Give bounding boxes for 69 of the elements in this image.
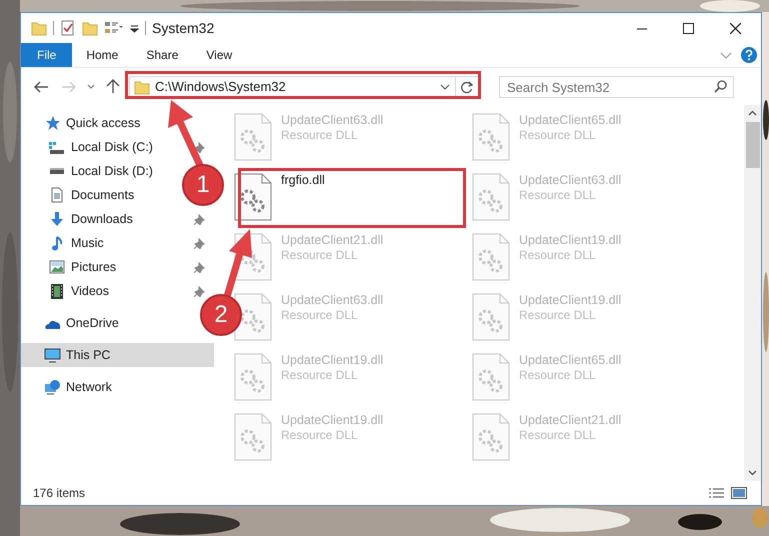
picture-frame-icon	[48, 260, 64, 274]
pin-icon[interactable]	[194, 286, 205, 296]
checklist-icon[interactable]	[60, 20, 76, 36]
dll-file-icon[interactable]	[234, 173, 272, 221]
item-count: 176 items	[33, 485, 86, 502]
navigation-item[interactable]: Local Disk (D:)	[48, 159, 157, 183]
file-type: Resource DLL	[519, 128, 596, 143]
file-name[interactable]: frgfio.dll	[281, 173, 325, 188]
download-arrow-icon	[50, 211, 64, 227]
back-arrow-icon[interactable]	[34, 80, 49, 94]
search-field[interactable]: Search System32	[499, 76, 734, 98]
dropdown-caret-icon[interactable]	[440, 84, 450, 90]
close-icon[interactable]	[730, 22, 741, 34]
film-strip-icon	[50, 284, 62, 298]
navigation-item[interactable]: This PC	[21, 343, 214, 367]
scrollbar[interactable]	[744, 105, 761, 481]
scrollbar-thumb[interactable]	[746, 122, 760, 168]
navigation-item[interactable]: Documents	[48, 183, 138, 207]
file-type: Resource DLL	[519, 188, 596, 203]
scroll-down-icon[interactable]	[748, 470, 757, 476]
file-type: Resource DLL	[519, 368, 596, 383]
file-type: Resource DLL	[281, 128, 358, 143]
navigation-item[interactable]: Videos	[48, 279, 113, 303]
maximize-icon[interactable]	[683, 22, 694, 34]
file-type: Resource DLL	[281, 368, 358, 383]
address-path: C:\Windows\System32	[155, 78, 286, 96]
dll-file-icon[interactable]	[234, 293, 272, 341]
file-type: Resource DLL	[519, 248, 596, 263]
pin-icon[interactable]	[194, 214, 205, 224]
network-globe-icon	[44, 379, 61, 395]
file-type: Resource DLL	[519, 308, 596, 323]
folder-icon	[134, 78, 150, 94]
ribbon-tab[interactable]: Home	[72, 43, 132, 67]
file-type: Resource DLL	[281, 428, 358, 443]
navigation-item[interactable]: Local Disk (C:)	[48, 135, 157, 159]
navigation-item[interactable]: Pictures	[48, 255, 120, 279]
file-type: Resource DLL	[281, 308, 358, 323]
drive-icon	[48, 140, 64, 154]
properties-icon[interactable]	[104, 20, 124, 36]
drive-icon	[48, 168, 64, 174]
address-field[interactable]: C:\Windows\System32	[129, 76, 479, 98]
scroll-up-icon[interactable]	[748, 110, 757, 116]
file-menu-button[interactable]: File	[21, 43, 72, 67]
navigation-item[interactable]: OneDrive	[21, 311, 123, 335]
window-title: System32	[152, 18, 214, 38]
music-note-icon	[50, 236, 62, 250]
pin-icon[interactable]	[194, 142, 205, 152]
navigation-item[interactable]: Music	[48, 231, 108, 255]
monitor-icon	[44, 348, 61, 362]
help-icon[interactable]	[741, 47, 757, 63]
up-arrow-icon[interactable]	[106, 79, 120, 94]
pin-icon[interactable]	[194, 262, 205, 272]
customize-dropdown-icon[interactable]	[130, 24, 139, 32]
pin-icon[interactable]	[194, 238, 205, 248]
expand-ribbon-icon[interactable]	[720, 50, 732, 60]
recent-locations-icon[interactable]	[87, 84, 95, 89]
file-type: Resource DLL	[281, 248, 358, 263]
document-icon	[50, 187, 62, 203]
details-view-icon[interactable]	[708, 487, 725, 499]
large-icons-view-icon[interactable]	[731, 487, 747, 499]
navigation-item[interactable]: Network	[21, 375, 116, 399]
navigation-item[interactable]: Downloads	[48, 207, 137, 231]
file-type: Resource DLL	[519, 428, 596, 443]
refresh-icon[interactable]	[460, 80, 474, 94]
search-icon[interactable]	[714, 80, 727, 92]
star-icon	[44, 115, 60, 131]
ribbon-tab[interactable]: Share	[132, 43, 192, 67]
ribbon-tab[interactable]: View	[192, 43, 246, 67]
navigation-item[interactable]: Quick access	[21, 111, 144, 135]
